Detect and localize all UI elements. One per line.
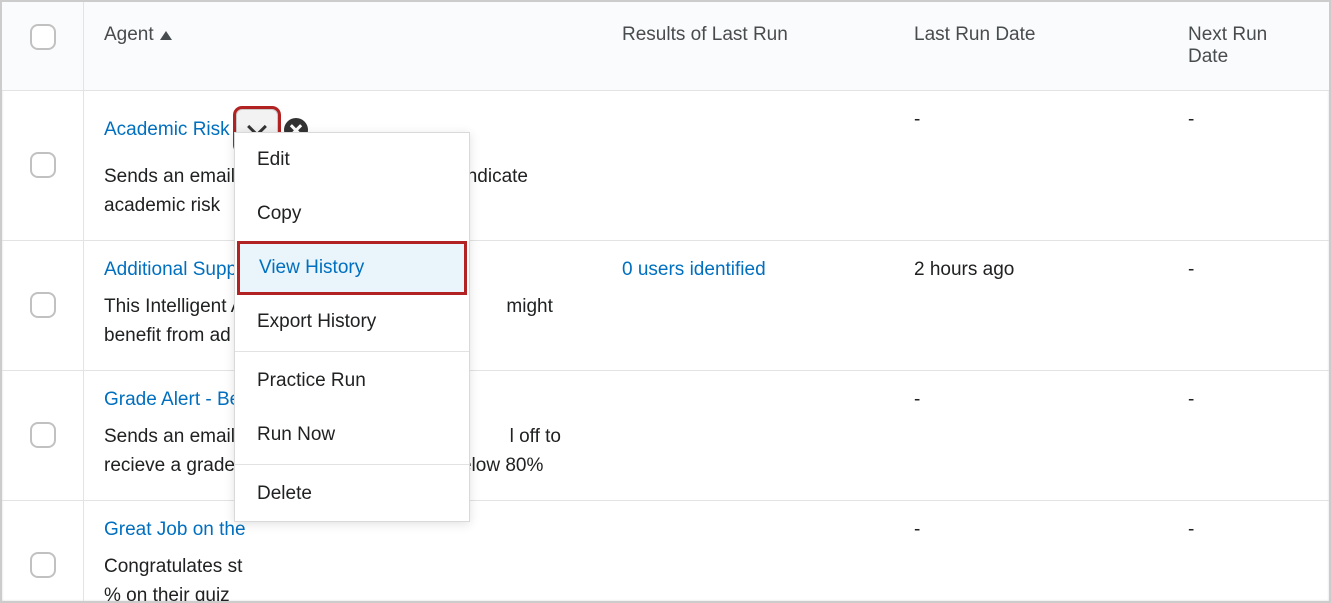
menu-item-copy[interactable]: Copy bbox=[235, 187, 469, 241]
results-cell bbox=[602, 371, 894, 500]
results-link[interactable]: 0 users identified bbox=[622, 259, 766, 280]
menu-item-delete[interactable]: Delete bbox=[235, 467, 469, 521]
table-row: Great Job on the Congratulates st XXXXXX… bbox=[2, 501, 1329, 603]
agent-link[interactable]: Great Job on the bbox=[104, 519, 246, 541]
table-row: Academic Risk Sends an email to the stud… bbox=[2, 91, 1329, 241]
row-actions-menu: Edit Copy View History Export History Pr… bbox=[234, 132, 470, 522]
column-header-lastrun[interactable]: Last Run Date bbox=[894, 2, 1168, 90]
row-checkbox[interactable] bbox=[30, 292, 56, 318]
column-header-results[interactable]: Results of Last Run bbox=[602, 2, 894, 90]
nextrun-cell: - bbox=[1168, 501, 1329, 603]
table-row: Additional Supp This Intelligent A XXXXX… bbox=[2, 241, 1329, 371]
lastrun-cell: 2 hours ago bbox=[894, 241, 1168, 370]
menu-divider bbox=[235, 464, 469, 465]
menu-item-run-now[interactable]: Run Now bbox=[235, 408, 469, 462]
menu-item-view-history[interactable]: View History bbox=[237, 241, 467, 295]
menu-divider bbox=[235, 351, 469, 352]
menu-item-practice-run[interactable]: Practice Run bbox=[235, 354, 469, 408]
results-cell bbox=[602, 91, 894, 240]
lastrun-cell: - bbox=[894, 371, 1168, 500]
column-header-agent-label: Agent bbox=[104, 24, 154, 46]
agent-link[interactable]: Grade Alert - Be bbox=[104, 389, 240, 411]
column-header-nextrun[interactable]: Next Run Date bbox=[1168, 2, 1329, 90]
table-header-row: Agent Results of Last Run Last Run Date … bbox=[2, 2, 1329, 91]
lastrun-cell: - bbox=[894, 91, 1168, 240]
menu-item-export-history[interactable]: Export History bbox=[235, 295, 469, 349]
nextrun-cell: - bbox=[1168, 371, 1329, 500]
nextrun-cell: - bbox=[1168, 241, 1329, 370]
column-header-agent[interactable]: Agent bbox=[104, 24, 582, 46]
row-checkbox[interactable] bbox=[30, 152, 56, 178]
row-checkbox[interactable] bbox=[30, 552, 56, 578]
agent-link[interactable]: Academic Risk bbox=[104, 119, 230, 141]
menu-item-edit[interactable]: Edit bbox=[235, 133, 469, 187]
nextrun-cell: - bbox=[1168, 91, 1329, 240]
row-checkbox[interactable] bbox=[30, 422, 56, 448]
select-all-checkbox[interactable] bbox=[30, 24, 56, 50]
agent-link[interactable]: Additional Supp bbox=[104, 259, 237, 281]
results-cell bbox=[602, 501, 894, 603]
agent-description: Congratulates st XXXXXXXXXXXXXXXXXXXXXXX… bbox=[104, 553, 582, 603]
sort-asc-icon bbox=[160, 31, 172, 40]
lastrun-cell: - bbox=[894, 501, 1168, 603]
table-row: Grade Alert - Be Sends an email t XXXXXX… bbox=[2, 371, 1329, 501]
